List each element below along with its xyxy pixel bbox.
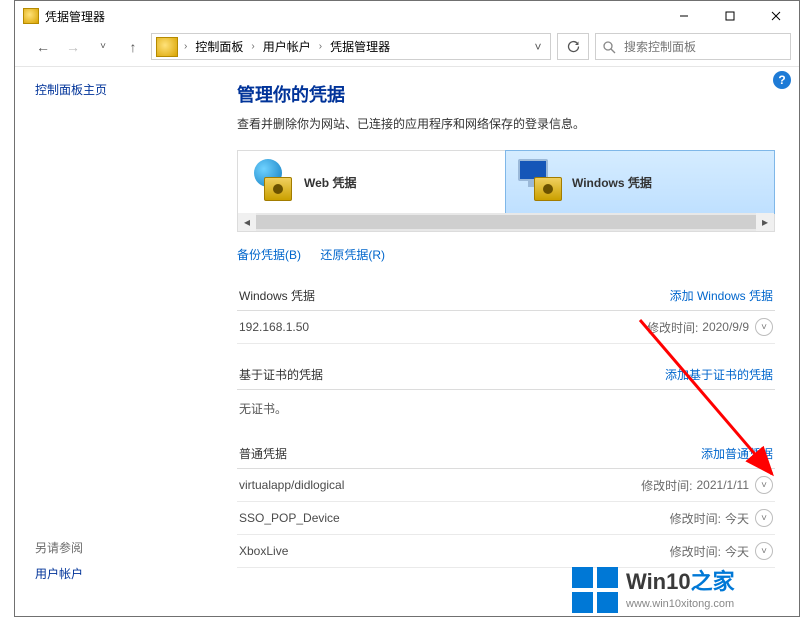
address-icon [156, 37, 178, 57]
search-box[interactable] [595, 33, 791, 60]
scroll-right-button[interactable]: ▸ [756, 213, 774, 231]
see-also-label: 另请参阅 [35, 539, 83, 556]
search-icon [602, 40, 616, 54]
backup-credentials-link[interactable]: 备份凭据(B) [237, 248, 301, 262]
breadcrumb-item[interactable]: 凭据管理器 [326, 34, 394, 59]
credential-name: 192.168.1.50 [239, 320, 647, 334]
section-title: 基于证书的凭据 [239, 366, 665, 383]
help-icon[interactable]: ? [773, 71, 791, 89]
address-bar[interactable]: › 控制面板 › 用户帐户 › 凭据管理器 ˅ [151, 33, 551, 60]
windows-credentials-icon [518, 159, 564, 205]
modified-date: 今天 [725, 510, 749, 527]
recent-dropdown[interactable]: ˅ [91, 35, 115, 59]
add-generic-credential-link[interactable]: 添加普通凭据 [701, 445, 773, 462]
credential-row[interactable]: SSO_POP_Device 修改时间: 今天 ˅ [237, 502, 775, 535]
sidebar-heading[interactable]: 控制面板主页 [35, 81, 217, 98]
window-title: 凭据管理器 [45, 8, 105, 25]
sidebar: 控制面板主页 另请参阅 用户帐户 [15, 67, 237, 616]
credential-manager-window: 凭据管理器 ← → ˅ ↑ › 控制面板 › 用户帐户 › 凭据管理器 ˅ [14, 0, 800, 617]
titlebar: 凭据管理器 [15, 1, 799, 31]
chevron-right-icon[interactable]: › [182, 41, 189, 52]
tab-windows-credentials[interactable]: Windows 凭据 [505, 150, 775, 214]
nav-row: ← → ˅ ↑ › 控制面板 › 用户帐户 › 凭据管理器 ˅ [15, 31, 799, 67]
modified-date: 2021/1/11 [697, 478, 750, 492]
maximize-button[interactable] [707, 1, 753, 31]
up-button[interactable]: ↑ [121, 35, 145, 59]
tab-label: Web 凭据 [304, 174, 356, 191]
chevron-down-icon[interactable]: ˅ [755, 509, 773, 527]
chevron-right-icon[interactable]: › [249, 41, 256, 52]
add-windows-credential-link[interactable]: 添加 Windows 凭据 [670, 287, 773, 304]
minimize-button[interactable] [661, 1, 707, 31]
restore-credentials-link[interactable]: 还原凭据(R) [320, 248, 385, 262]
scrollbar-thumb[interactable] [256, 215, 756, 229]
tab-web-credentials[interactable]: Web 凭据 [238, 151, 506, 213]
web-credentials-icon [250, 159, 296, 205]
chevron-down-icon[interactable]: ˅ [755, 318, 773, 336]
section-title: Windows 凭据 [239, 287, 670, 304]
refresh-button[interactable] [557, 33, 589, 60]
address-dropdown[interactable]: ˅ [528, 40, 548, 54]
sidebar-link-user-accounts[interactable]: 用户帐户 [35, 565, 83, 582]
modified-date: 今天 [725, 543, 749, 560]
scroll-left-button[interactable]: ◂ [238, 213, 256, 231]
backup-restore-row: 备份凭据(B) 还原凭据(R) [237, 246, 775, 263]
tab-label: Windows 凭据 [572, 174, 652, 191]
main-panel: ? 管理你的凭据 查看并删除你为网站、已连接的应用程序和网络保存的登录信息。 W… [237, 67, 799, 616]
back-button[interactable]: ← [31, 35, 55, 59]
page-title: 管理你的凭据 [237, 81, 775, 107]
chevron-right-icon[interactable]: › [317, 41, 324, 52]
no-certificate-label: 无证书。 [237, 390, 775, 417]
credential-name: XboxLive [239, 544, 670, 558]
modified-label: 修改时间: [647, 319, 698, 336]
modified-date: 2020/9/9 [702, 320, 749, 334]
breadcrumb-item[interactable]: 控制面板 [191, 34, 247, 59]
credential-row[interactable]: 192.168.1.50 修改时间: 2020/9/9 ˅ [237, 311, 775, 344]
credential-row[interactable]: virtualapp/didlogical 修改时间: 2021/1/11 ˅ [237, 469, 775, 502]
credential-row[interactable]: XboxLive 修改时间: 今天 ˅ [237, 535, 775, 568]
app-icon [23, 8, 39, 24]
close-button[interactable] [753, 1, 799, 31]
forward-button[interactable]: → [61, 35, 85, 59]
chevron-down-icon[interactable]: ˅ [755, 476, 773, 494]
page-description: 查看并删除你为网站、已连接的应用程序和网络保存的登录信息。 [237, 115, 775, 132]
modified-label: 修改时间: [641, 477, 692, 494]
body: 控制面板主页 另请参阅 用户帐户 ? 管理你的凭据 查看并删除你为网站、已连接的… [15, 67, 799, 616]
modified-label: 修改时间: [670, 510, 721, 527]
search-input[interactable] [622, 39, 784, 55]
section-title: 普通凭据 [239, 445, 701, 462]
section-certificate-credentials: 基于证书的凭据 添加基于证书的凭据 [237, 360, 775, 390]
modified-label: 修改时间: [670, 543, 721, 560]
credential-type-selector: Web 凭据 Windows 凭据 ◂ ▸ [237, 150, 775, 232]
add-certificate-credential-link[interactable]: 添加基于证书的凭据 [665, 366, 773, 383]
credential-name: SSO_POP_Device [239, 511, 670, 525]
breadcrumb-item[interactable]: 用户帐户 [259, 34, 315, 59]
credential-name: virtualapp/didlogical [239, 478, 641, 492]
section-windows-credentials: Windows 凭据 添加 Windows 凭据 [237, 281, 775, 311]
section-generic-credentials: 普通凭据 添加普通凭据 [237, 439, 775, 469]
horizontal-scrollbar[interactable]: ◂ ▸ [238, 213, 774, 231]
chevron-down-icon[interactable]: ˅ [755, 542, 773, 560]
